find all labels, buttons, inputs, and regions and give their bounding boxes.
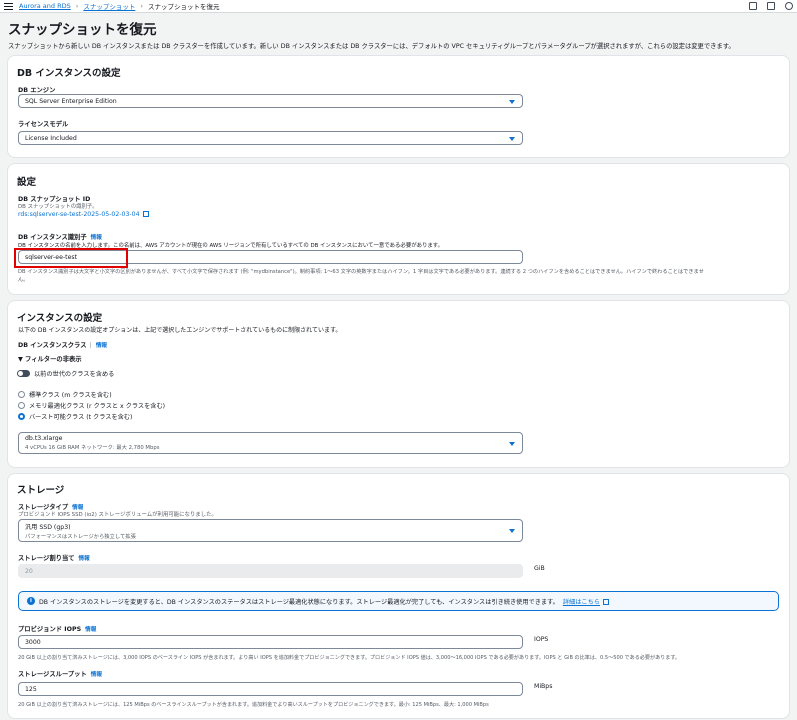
class-label-text: DB インスタンスクラス xyxy=(18,342,87,349)
page-header: スナップショットを復元 スナップショットから新しい DB インスタンスまたは D… xyxy=(0,13,797,50)
top-nav-bar: Aurora and RDS › スナップショット › スナップショットを復元 xyxy=(0,0,797,13)
section-title: 設定 xyxy=(17,177,37,188)
instance-settings-panel: インスタンスの設定 以下の DB インスタンスの設定オプションは、上記で選択した… xyxy=(8,301,789,467)
storage-type-select[interactable]: 汎用 SSD (gp3) パフォーマンスはストレージから独立して拡張 xyxy=(18,519,523,542)
external-link-icon xyxy=(142,211,149,217)
identifier-hint: DB インスタンス識別子は大文字と小文字の区別がありませんが、すべて小文字で保存… xyxy=(18,269,704,275)
instance-desc: 以下の DB インスタンスの設定オプションは、上記で選択したエンジンでサポートさ… xyxy=(18,327,342,334)
license-value: License Included xyxy=(25,134,77,142)
learn-more-text: 詳細はこちら xyxy=(562,598,600,606)
feedback-icon[interactable] xyxy=(749,2,757,10)
storage-panel: ストレージ ストレージタイプ 情報 プロビジョンド IOPS SSD (io2) … xyxy=(8,474,789,718)
caret-down-icon xyxy=(509,529,515,533)
storage-alloc-unit: GiB xyxy=(534,565,545,572)
section-title: DB インスタンスの設定 xyxy=(17,68,121,79)
license-label: ライセンスモデル xyxy=(18,121,69,128)
class-value: db.t3.xlarge xyxy=(25,435,63,442)
radio-memory[interactable]: メモリ最適化クラス (r クラスと x クラスを含む) xyxy=(18,401,165,410)
storage-type-sub: パフォーマンスはストレージから独立して拡張 xyxy=(25,533,136,540)
radio-selected-icon xyxy=(18,413,25,420)
previous-generation-toggle[interactable]: 以前の世代のクラスを含める xyxy=(17,369,114,378)
storage-alloc-input: 20 xyxy=(18,564,523,578)
storage-alloc-label: ストレージ割り当て 情報 xyxy=(18,553,90,562)
info-link[interactable]: 情報 xyxy=(96,343,107,349)
settings-icon[interactable] xyxy=(785,2,793,10)
radio-icon xyxy=(18,402,25,409)
engine-label: DB エンジン xyxy=(18,87,56,94)
info-link[interactable]: 情報 xyxy=(79,556,90,562)
breadcrumb-snapshots[interactable]: スナップショット xyxy=(83,1,135,11)
snapshot-id-desc: DB スナップショットの識別子。 xyxy=(18,204,98,210)
throughput-label-text: ストレージスループット xyxy=(18,671,87,678)
radio-icon xyxy=(18,391,25,398)
toggle-label: 以前の世代のクラスを含める xyxy=(34,371,115,378)
breadcrumb-aurora-rds[interactable]: Aurora and RDS xyxy=(19,2,71,10)
throughput-input[interactable]: 125 xyxy=(18,682,523,696)
snapshot-id-value: rds:sqlserver-se-test-2025-05-02-03-04 xyxy=(18,211,140,218)
iops-label: プロビジョンド IOPS 情報 xyxy=(18,624,96,633)
info-link[interactable]: 情報 xyxy=(85,627,96,633)
class-label: DB インスタンスクラス | 情報 xyxy=(18,342,108,349)
identifier-hint-cont: ん。 xyxy=(18,277,29,283)
identifier-label: DB インスタンス識別子 情報 xyxy=(18,232,102,241)
radio-burstable-label: バースト可能クラス (t クラスを含む) xyxy=(29,414,133,421)
caret-down-icon xyxy=(509,137,515,141)
section-title: ストレージ xyxy=(17,485,65,496)
license-select[interactable]: License Included xyxy=(18,131,523,145)
info-circle-icon: i xyxy=(27,597,35,605)
radio-standard-label: 標準クラス (m クラスを含む) xyxy=(29,392,112,399)
throughput-hint: 20 GiB 以上の割り当て済みストレージには、125 MiBps のベースライ… xyxy=(18,702,489,708)
engine-select[interactable]: SQL Server Enterprise Edition xyxy=(18,94,523,108)
class-detail: 4 vCPUs 16 GiB RAM ネットワーク: 最大 2,780 Mbps xyxy=(25,445,160,451)
iops-input[interactable]: 3000 xyxy=(18,635,523,649)
caret-down-icon xyxy=(509,442,515,446)
alert-text: DB インスタンスのストレージを変更すると、DB インスタンスのステータスはスト… xyxy=(39,598,559,606)
caret-down-icon xyxy=(509,100,515,104)
info-link[interactable]: 情報 xyxy=(91,672,102,678)
chevron-right-icon: › xyxy=(140,2,143,10)
throughput-unit: MiBps xyxy=(534,683,553,690)
page-description: スナップショットから新しい DB インスタンスまたは DB クラスターを作成して… xyxy=(8,43,735,50)
storage-type-desc: プロビジョンド IOPS SSD (io2) ストレージボリュームが利用可能にな… xyxy=(18,512,217,518)
filter-toggle[interactable]: ▼ フィルターの非表示 xyxy=(18,354,82,363)
page-title: スナップショットを復元 xyxy=(8,22,157,38)
engine-value: SQL Server Enterprise Edition xyxy=(25,97,117,105)
snapshot-id-link[interactable]: rds:sqlserver-se-test-2025-05-02-03-04 xyxy=(18,211,149,218)
storage-alloc-label-text: ストレージ割り当て xyxy=(18,555,75,562)
db-instance-settings-panel: DB インスタンスの設定 DB エンジン SQL Server Enterpri… xyxy=(8,56,789,157)
radio-burstable[interactable]: バースト可能クラス (t クラスを含む) xyxy=(18,412,132,421)
panel-icon[interactable] xyxy=(767,2,775,10)
toggle-switch[interactable] xyxy=(17,370,30,377)
radio-memory-label: メモリ最適化クラス (r クラスと x クラスを含む) xyxy=(29,403,166,410)
throughput-value: 125 xyxy=(25,685,37,693)
settings-panel: 設定 DB スナップショット ID DB スナップショットの識別子。 rds:s… xyxy=(8,164,789,294)
storage-type-value: 汎用 SSD (gp3) xyxy=(25,523,71,531)
external-link-icon xyxy=(602,598,609,605)
iops-unit: IOPS xyxy=(534,636,549,643)
throughput-label: ストレージスループット 情報 xyxy=(18,669,102,678)
storage-alloc-value: 20 xyxy=(25,567,33,575)
iops-hint: 20 GiB 以上の割り当て済みストレージには、3,000 IOPS のベースラ… xyxy=(18,655,681,661)
menu-icon[interactable] xyxy=(4,2,13,10)
highlight-box xyxy=(14,248,128,268)
storage-info-alert: i DB インスタンスのストレージを変更すると、DB インスタンスのステータスは… xyxy=(18,591,779,611)
section-title: インスタンスの設定 xyxy=(17,313,103,324)
chevron-right-icon: › xyxy=(75,2,79,10)
class-select[interactable]: db.t3.xlarge 4 vCPUs 16 GiB RAM ネットワーク: … xyxy=(18,432,523,454)
identifier-label-text: DB インスタンス識別子 xyxy=(18,234,87,241)
learn-more-link[interactable]: 詳細はこちら xyxy=(563,597,609,606)
breadcrumb-current: スナップショットを復元 xyxy=(147,3,220,11)
radio-standard[interactable]: 標準クラス (m クラスを含む) xyxy=(18,390,112,399)
iops-label-text: プロビジョンド IOPS xyxy=(18,626,82,633)
iops-value: 3000 xyxy=(25,638,41,646)
